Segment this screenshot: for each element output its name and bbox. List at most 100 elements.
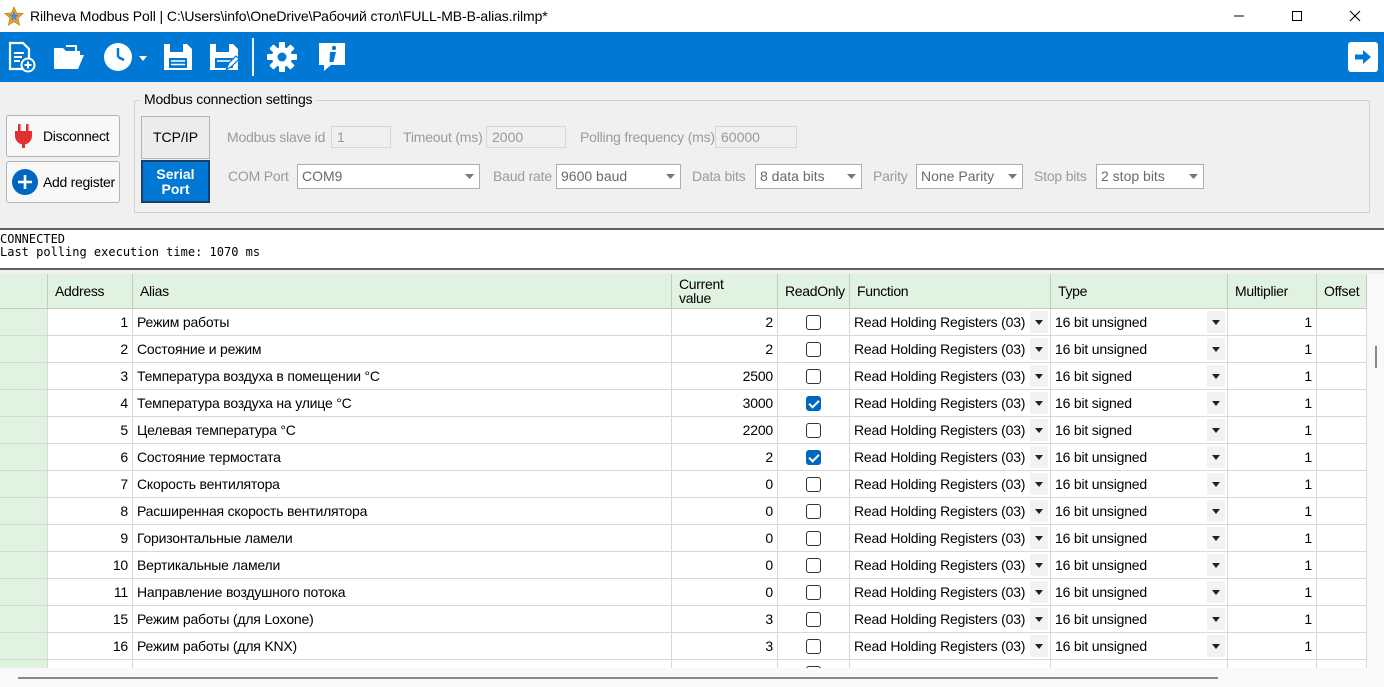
alias-cell[interactable]: Вертикальные ламели [133, 552, 672, 579]
type-cell[interactable]: 16 bit unsigned [1051, 309, 1228, 336]
row-header[interactable] [0, 444, 48, 471]
horizontal-scrollbar[interactable] [0, 668, 1384, 687]
chevron-down-icon[interactable] [1030, 365, 1048, 387]
address-cell[interactable]: 16 [48, 633, 133, 660]
readonly-checkbox[interactable] [806, 585, 821, 600]
save-button[interactable] [158, 32, 198, 82]
address-cell[interactable]: 1 [48, 309, 133, 336]
table-row[interactable]: 8 Расширенная скорость вентилятора 0 Read H… [0, 498, 1367, 525]
row-header[interactable] [0, 390, 48, 417]
offset-cell[interactable] [1317, 444, 1367, 471]
type-cell[interactable]: 16 bit unsigned [1051, 525, 1228, 552]
exit-button[interactable] [1348, 42, 1378, 72]
row-header[interactable] [0, 525, 48, 552]
table-row[interactable]: 4 Температура воздуха на улице °C 3000 Read… [0, 390, 1367, 417]
alias-cell[interactable]: Скорость вентилятора [133, 471, 672, 498]
type-cell[interactable]: 16 bit unsigned [1051, 606, 1228, 633]
type-cell[interactable]: 16 bit unsigned [1051, 498, 1228, 525]
chevron-down-icon[interactable] [1030, 500, 1048, 522]
chevron-down-icon[interactable] [1207, 338, 1225, 360]
function-cell[interactable]: Read Holding Registers (03) [850, 633, 1051, 660]
column-header-multiplier[interactable]: Multiplier [1228, 274, 1317, 309]
type-cell[interactable]: 16 bit unsigned [1051, 336, 1228, 363]
disconnect-button[interactable]: Disconnect [6, 115, 120, 157]
address-cell[interactable]: 5 [48, 417, 133, 444]
multiplier-cell[interactable]: 1 [1228, 525, 1317, 552]
readonly-checkbox[interactable] [806, 315, 821, 330]
current-value-cell[interactable]: 2 [672, 444, 778, 471]
readonly-checkbox[interactable] [806, 531, 821, 546]
parity-select[interactable]: None Parity [916, 164, 1023, 189]
chevron-down-icon[interactable] [1207, 311, 1225, 333]
type-cell[interactable]: 16 bit unsigned [1051, 552, 1228, 579]
current-value-cell[interactable]: 2200 [672, 417, 778, 444]
address-cell[interactable]: 7 [48, 471, 133, 498]
chevron-down-icon[interactable] [1030, 419, 1048, 441]
current-value-cell[interactable]: 2500 [672, 363, 778, 390]
row-header[interactable] [0, 336, 48, 363]
row-header[interactable] [0, 498, 48, 525]
row-header[interactable] [0, 309, 48, 336]
maximize-button[interactable] [1268, 0, 1326, 32]
history-button[interactable] [102, 32, 152, 82]
type-cell[interactable]: 16 bit unsigned [1051, 471, 1228, 498]
chevron-down-icon[interactable] [1207, 581, 1225, 603]
new-file-button[interactable] [2, 32, 40, 82]
column-header-type[interactable]: Type [1051, 274, 1228, 309]
address-cell[interactable]: 3 [48, 363, 133, 390]
function-cell[interactable]: Read Holding Registers (03) [850, 579, 1051, 606]
chevron-down-icon[interactable] [1207, 392, 1225, 414]
com-port-select[interactable]: COM9 [297, 164, 480, 189]
readonly-checkbox[interactable] [806, 504, 821, 519]
multiplier-cell[interactable]: 1 [1228, 390, 1317, 417]
type-cell[interactable]: 16 bit unsigned [1051, 444, 1228, 471]
readonly-checkbox[interactable] [806, 396, 821, 411]
readonly-checkbox[interactable] [806, 612, 821, 627]
function-cell[interactable]: Read Holding Registers (03) [850, 498, 1051, 525]
chevron-down-icon[interactable] [1207, 446, 1225, 468]
readonly-checkbox[interactable] [806, 369, 821, 384]
offset-cell[interactable] [1317, 606, 1367, 633]
alias-cell[interactable]: Температура воздуха в помещении °C [133, 363, 672, 390]
current-value-cell[interactable]: 0 [672, 579, 778, 606]
current-value-cell[interactable]: 2 [672, 309, 778, 336]
multiplier-cell[interactable]: 1 [1228, 471, 1317, 498]
row-header[interactable] [0, 579, 48, 606]
chevron-down-icon[interactable] [1030, 581, 1048, 603]
chevron-down-icon[interactable] [1207, 608, 1225, 630]
chevron-down-icon[interactable] [1030, 392, 1048, 414]
address-cell[interactable]: 8 [48, 498, 133, 525]
readonly-checkbox[interactable] [806, 342, 821, 357]
alias-cell[interactable]: Направление воздушного потока [133, 579, 672, 606]
column-header-readonly[interactable]: ReadOnly [778, 274, 850, 309]
offset-cell[interactable] [1317, 498, 1367, 525]
column-header-address[interactable]: Address [48, 274, 133, 309]
chevron-down-icon[interactable] [1030, 554, 1048, 576]
multiplier-cell[interactable]: 1 [1228, 606, 1317, 633]
current-value-cell[interactable]: 2 [672, 336, 778, 363]
table-row[interactable]: 6 Состояние термостата 2 Read Holding Regis… [0, 444, 1367, 471]
alias-cell[interactable]: Температура воздуха на улице °C [133, 390, 672, 417]
multiplier-cell[interactable]: 1 [1228, 633, 1317, 660]
multiplier-cell[interactable]: 1 [1228, 579, 1317, 606]
table-row[interactable]: 5 Целевая температура °C 2200 Read Holding … [0, 417, 1367, 444]
add-register-button[interactable]: Add register [6, 161, 120, 203]
multiplier-cell[interactable]: 1 [1228, 417, 1317, 444]
vertical-scroll-thumb[interactable] [1375, 346, 1377, 368]
row-header[interactable] [0, 471, 48, 498]
column-header-offset[interactable]: Offset [1317, 274, 1367, 309]
chevron-down-icon[interactable] [1207, 473, 1225, 495]
chevron-down-icon[interactable] [1207, 554, 1225, 576]
chevron-down-icon[interactable] [1030, 473, 1048, 495]
multiplier-cell[interactable]: 1 [1228, 552, 1317, 579]
chevron-down-icon[interactable] [1030, 608, 1048, 630]
current-value-cell[interactable]: 0 [672, 471, 778, 498]
table-row[interactable]: 10 Вертикальные ламели 0 Read Holding Regis… [0, 552, 1367, 579]
current-value-cell[interactable]: 0 [672, 525, 778, 552]
address-cell[interactable]: 4 [48, 390, 133, 417]
column-header-alias[interactable]: Alias [133, 274, 672, 309]
offset-cell[interactable] [1317, 633, 1367, 660]
type-cell[interactable]: 16 bit signed [1051, 390, 1228, 417]
chevron-down-icon[interactable] [1030, 446, 1048, 468]
table-row[interactable]: 9 Горизонтальные ламели 0 Read Holding Regi… [0, 525, 1367, 552]
